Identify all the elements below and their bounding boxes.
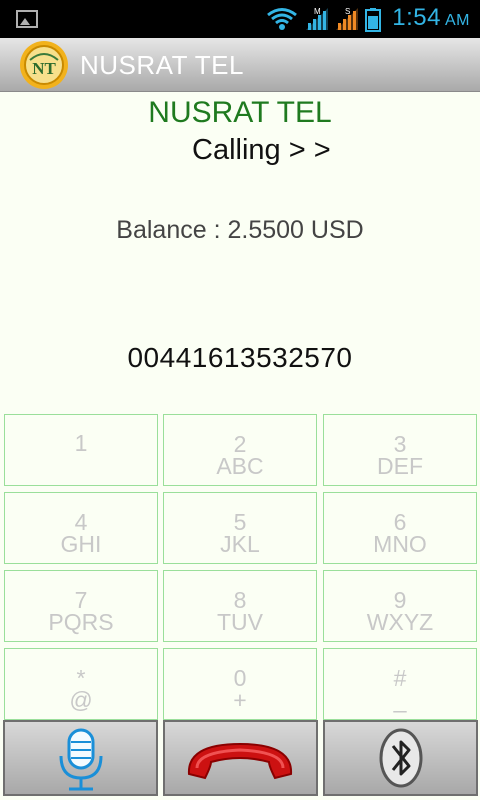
key-letters: JKL: [220, 531, 260, 557]
key-digit: 3: [393, 431, 407, 457]
key-digit: 5: [233, 509, 247, 535]
key-letters: TUV: [217, 609, 263, 635]
key-digit: 8: [233, 587, 247, 613]
key-6[interactable]: 6 MNO: [323, 492, 477, 564]
balance-text: Balance : 2.5500 USD: [116, 216, 364, 244]
app-title: NUSRAT TEL: [80, 50, 244, 80]
key-3[interactable]: 3 DEF: [323, 414, 477, 486]
key-star[interactable]: * @: [4, 648, 158, 720]
key-digit: 9: [393, 587, 407, 613]
svg-text:S: S: [345, 7, 350, 16]
key-digit: *: [76, 665, 86, 691]
key-letters: WXYZ: [366, 609, 434, 635]
status-bar: M S 1:54 AM: [0, 0, 480, 38]
microphone-icon: [59, 728, 103, 791]
key-4[interactable]: 4 GHI: [4, 492, 158, 564]
key-digit: 4: [74, 509, 88, 535]
key-5[interactable]: 5 JKL: [163, 492, 317, 564]
svg-text:M: M: [314, 7, 321, 16]
key-letters: ABC: [216, 453, 264, 479]
signal-icon-2: S: [336, 7, 358, 30]
app-logo-icon[interactable]: NT: [18, 40, 70, 90]
key-letters: MNO: [373, 531, 427, 557]
key-digit: 0: [233, 665, 247, 691]
key-0[interactable]: 0 +: [163, 648, 317, 720]
key-letters: GHI: [60, 531, 102, 557]
image-notification-icon: [16, 10, 38, 28]
battery-icon: [365, 8, 381, 32]
key-letters: @: [69, 687, 93, 713]
key-8[interactable]: 8 TUV: [163, 570, 317, 642]
key-9[interactable]: 9 WXYZ: [323, 570, 477, 642]
key-hash[interactable]: # _: [323, 648, 477, 720]
key-letters: _: [393, 687, 407, 713]
key-digit: 1: [74, 430, 88, 456]
key-letters: PQRS: [48, 609, 114, 635]
clock-ampm: AM: [445, 12, 470, 29]
hang-up-icon: [187, 742, 293, 780]
key-digit: #: [393, 665, 407, 691]
bluetooth-icon: [379, 728, 423, 788]
dialed-number: 00441613532570: [127, 342, 353, 373]
key-digit: 6: [393, 509, 407, 535]
key-digit: 7: [74, 587, 88, 613]
key-2[interactable]: 2 ABC: [163, 414, 317, 486]
logo-text: NT: [32, 59, 56, 78]
status-icons: M S: [267, 7, 381, 32]
microphone-button[interactable]: [3, 720, 158, 796]
signal-icon-1: M: [306, 7, 328, 30]
wifi-icon: [267, 8, 297, 30]
call-status: Calling > >: [192, 134, 331, 166]
call-screen: NUSRAT TEL Calling > > Balance : 2.5500 …: [0, 92, 480, 800]
clock-time: 1:54: [392, 4, 441, 31]
bluetooth-button[interactable]: [323, 720, 478, 796]
brand-name: NUSRAT TEL: [148, 96, 332, 129]
action-bar: NT NUSRAT TEL: [0, 38, 480, 92]
key-7[interactable]: 7 PQRS: [4, 570, 158, 642]
key-1[interactable]: 1: [4, 414, 158, 486]
key-digit: 2: [233, 431, 247, 457]
key-letters: DEF: [377, 453, 423, 479]
key-letters: +: [233, 687, 247, 713]
hang-up-button[interactable]: [163, 720, 318, 796]
clock: 1:54 AM: [392, 4, 470, 32]
